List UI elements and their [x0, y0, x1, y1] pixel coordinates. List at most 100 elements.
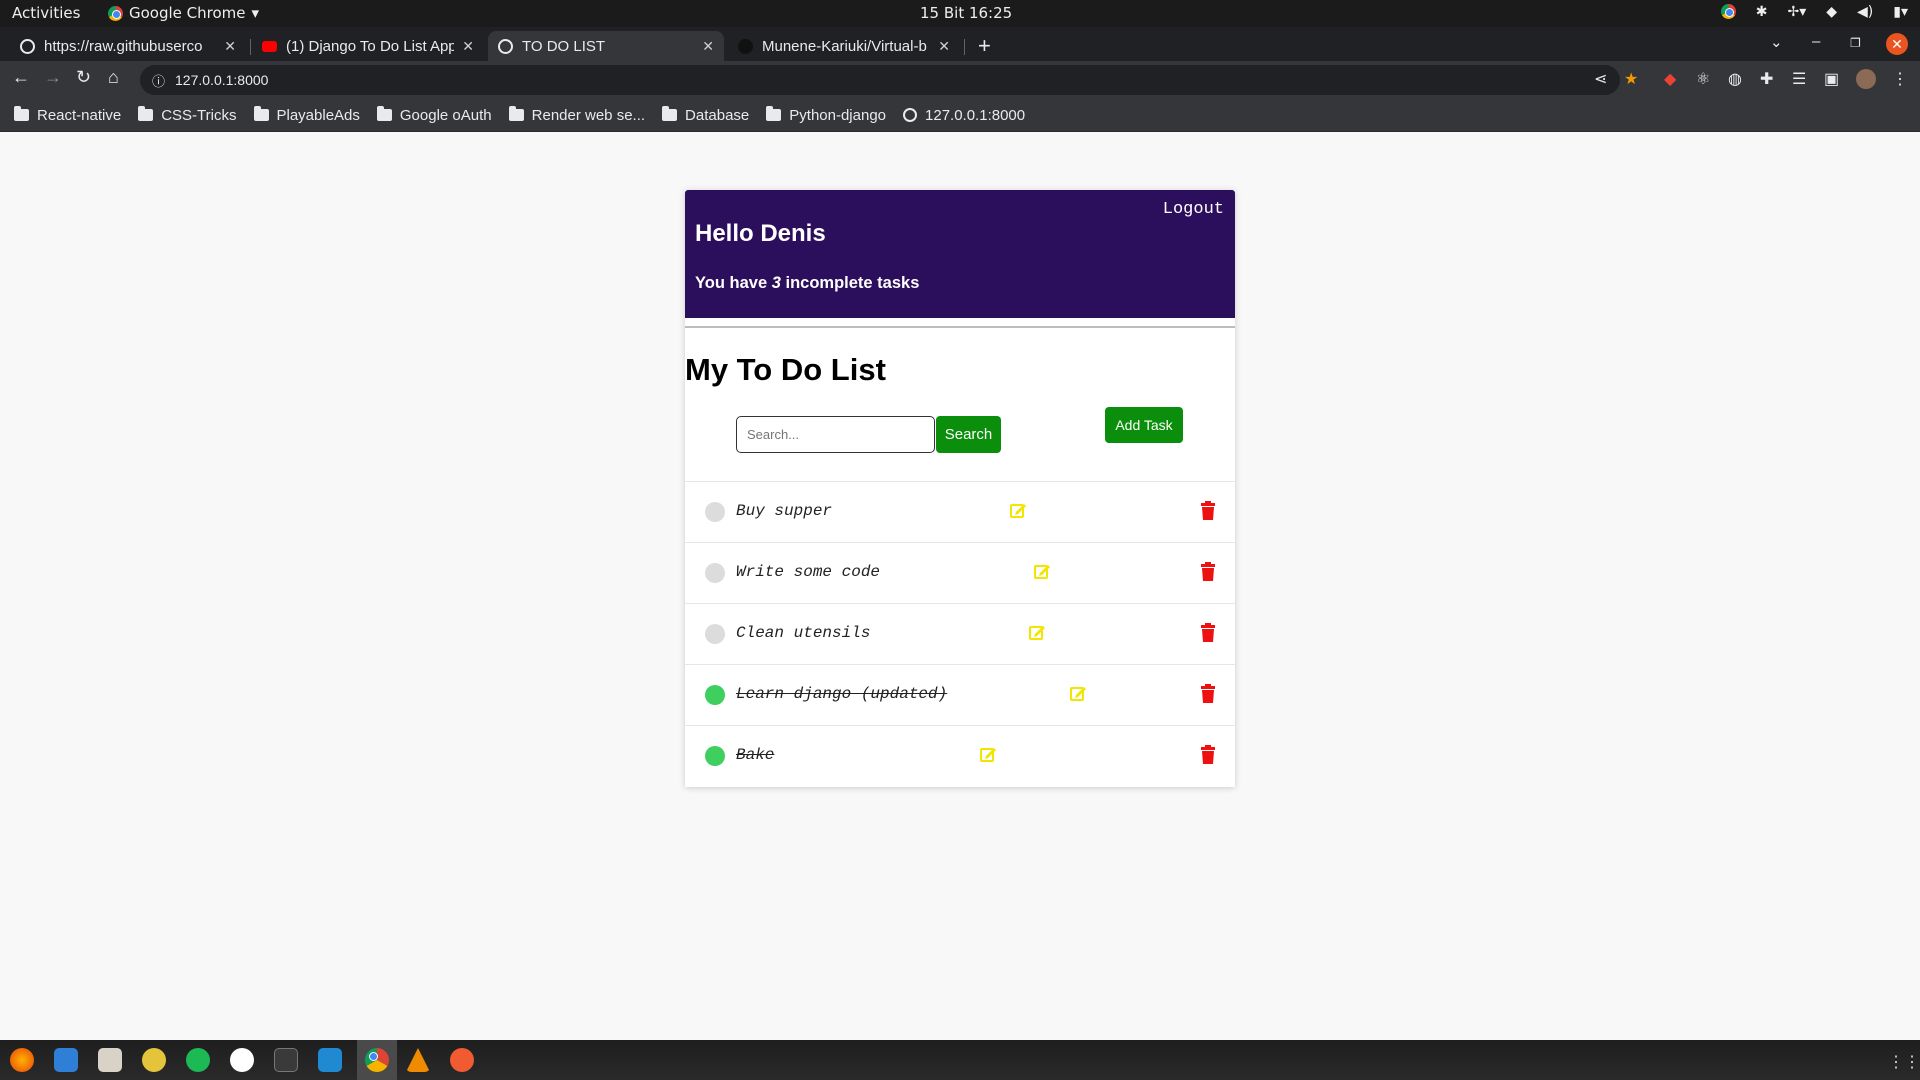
tab-separator [964, 39, 965, 55]
back-arrow-icon[interactable]: ← [12, 67, 30, 88]
trash-icon[interactable] [1200, 562, 1216, 581]
address-bar[interactable]: ⓘ 127.0.0.1:8000 [140, 65, 1620, 95]
globe-icon [903, 108, 918, 122]
bookmark-label: Google oAuth [399, 106, 492, 124]
bookmark-label: React-native [37, 106, 122, 124]
page-viewport: Logout Hello Denis You have 3 incomplete… [0, 132, 1920, 1040]
terminal-icon[interactable] [274, 1048, 298, 1072]
task-title[interactable]: Learn django (updated) [736, 685, 947, 703]
bookmark-playable-ads[interactable]: PlayableAds [253, 106, 360, 124]
side-panel-icon[interactable]: ▣ [1824, 69, 1839, 89]
tab-raw-github[interactable]: https://raw.githubuserco ✕ [10, 31, 246, 61]
task-title[interactable]: Clean utensils [736, 624, 870, 642]
bookmark-star-icon[interactable]: ★ [1624, 69, 1638, 89]
bookmark-react-native[interactable]: React-native [14, 106, 122, 124]
bookmark-label: CSS-Tricks [161, 106, 237, 124]
share-icon[interactable]: ⋖ [1594, 69, 1607, 89]
profile-avatar[interactable] [1856, 69, 1876, 89]
new-tab-button[interactable]: + [978, 33, 991, 59]
task-title[interactable]: Write some code [736, 563, 880, 581]
reading-list-icon[interactable]: ☰ [1792, 69, 1806, 89]
puzzle-extensions-icon[interactable]: ✚ [1760, 69, 1773, 89]
vlc-icon[interactable] [406, 1048, 430, 1072]
files-icon[interactable] [98, 1048, 122, 1072]
edit-icon[interactable] [1009, 501, 1027, 519]
forward-arrow-icon[interactable]: → [44, 67, 62, 88]
rhythmbox-icon[interactable] [142, 1048, 166, 1072]
system-tray[interactable]: ✱ ✢▾ ◆ ◀) ▮▾ [1720, 4, 1908, 20]
tab-todo-list[interactable]: TO DO LIST ✕ [488, 31, 724, 61]
volume-icon[interactable]: ◀) [1857, 4, 1873, 20]
incomplete-task-count: You have 3 incomplete tasks [695, 274, 1225, 293]
thunderbird-icon[interactable] [54, 1048, 78, 1072]
folder-icon [253, 106, 269, 121]
edit-icon[interactable] [1069, 684, 1087, 702]
tab-github-repo[interactable]: Munene-Kariuki/Virtual-b ✕ [728, 31, 960, 61]
tab-separator [250, 39, 251, 55]
trash-icon[interactable] [1200, 745, 1216, 764]
extension-icon[interactable]: ◍ [1728, 69, 1742, 89]
firefox-icon[interactable] [10, 1048, 34, 1072]
minimize-button[interactable]: – [1812, 33, 1820, 50]
tab-youtube[interactable]: (1) Django To Do List App ✕ [252, 31, 484, 61]
task-status-dot [705, 746, 725, 766]
accessibility-icon[interactable]: ✢▾ [1787, 4, 1806, 20]
show-apps-grid-icon[interactable]: ⋮⋮⋮ [1888, 1052, 1920, 1072]
spotify-icon[interactable] [186, 1048, 210, 1072]
bookmark-label: 127.0.0.1:8000 [925, 106, 1026, 124]
postman-icon[interactable] [450, 1048, 474, 1072]
task-title[interactable]: Bake [736, 746, 774, 764]
close-icon[interactable]: ✕ [462, 38, 474, 55]
battery-icon[interactable]: ▮▾ [1893, 4, 1908, 20]
close-icon[interactable]: ✕ [702, 38, 714, 55]
folder-icon [14, 106, 29, 121]
close-icon[interactable]: ✕ [938, 38, 950, 55]
greeting: Hello Denis [695, 220, 826, 247]
vscode-icon[interactable] [318, 1048, 342, 1072]
task-title[interactable]: Buy supper [736, 502, 832, 520]
window-close-button[interactable]: ✕ [1886, 33, 1908, 55]
slack-icon[interactable] [230, 1048, 254, 1072]
task-row: Buy supper [685, 482, 1235, 543]
activities-button[interactable]: Activities [12, 4, 80, 22]
chrome-dock-icon[interactable] [365, 1048, 389, 1072]
count-prefix: You have [695, 274, 772, 292]
task-row: Clean utensils [685, 604, 1235, 665]
chrome-tray-icon[interactable] [1720, 4, 1736, 19]
wifi-icon[interactable]: ◆ [1826, 4, 1837, 20]
bookmark-render-web[interactable]: Render web se... [508, 106, 645, 124]
bookmark-google-oauth[interactable]: Google oAuth [376, 106, 492, 124]
close-icon[interactable]: ✕ [224, 38, 236, 55]
site-info-icon[interactable]: ⓘ [152, 71, 165, 90]
task-row: Write some code [685, 543, 1235, 604]
edit-icon[interactable] [1033, 562, 1051, 580]
trash-icon[interactable] [1200, 501, 1216, 520]
tab-search-icon[interactable]: ⌄ [1770, 33, 1783, 51]
color-extension-icon[interactable]: ◆ [1664, 69, 1676, 89]
logout-link[interactable]: Logout [1163, 200, 1224, 219]
slack-tray-icon[interactable]: ✱ [1756, 4, 1768, 20]
folder-icon [376, 106, 392, 121]
tab-title: https://raw.githubuserco [44, 37, 203, 55]
folder-icon [138, 106, 154, 121]
app-menu[interactable]: Google Chrome ▾ [108, 4, 259, 22]
trash-icon[interactable] [1200, 623, 1216, 642]
reload-icon[interactable]: ↻ [76, 67, 91, 88]
home-icon[interactable]: ⌂ [108, 67, 119, 88]
search-input[interactable] [736, 416, 935, 453]
trash-icon[interactable] [1200, 684, 1216, 703]
bookmark-localhost[interactable]: 127.0.0.1:8000 [903, 107, 1025, 124]
edit-icon[interactable] [979, 745, 997, 763]
edit-icon[interactable] [1028, 623, 1046, 641]
restore-button[interactable]: ❐ [1850, 36, 1861, 50]
taskbar-dock: ⋮⋮⋮ [0, 1040, 1920, 1080]
add-task-button[interactable]: Add Task [1105, 407, 1183, 443]
bookmark-python-django[interactable]: Python-django [766, 106, 886, 124]
bookmark-css-tricks[interactable]: CSS-Tricks [138, 106, 237, 124]
react-devtools-icon[interactable]: ⚛ [1696, 69, 1710, 89]
task-status-dot [705, 502, 725, 522]
kebab-menu-icon[interactable]: ⋮ [1892, 69, 1908, 89]
bookmark-database[interactable]: Database [662, 106, 749, 124]
clock[interactable]: 15 Bit 16:25 [920, 4, 1012, 22]
search-button[interactable]: Search [936, 416, 1001, 453]
